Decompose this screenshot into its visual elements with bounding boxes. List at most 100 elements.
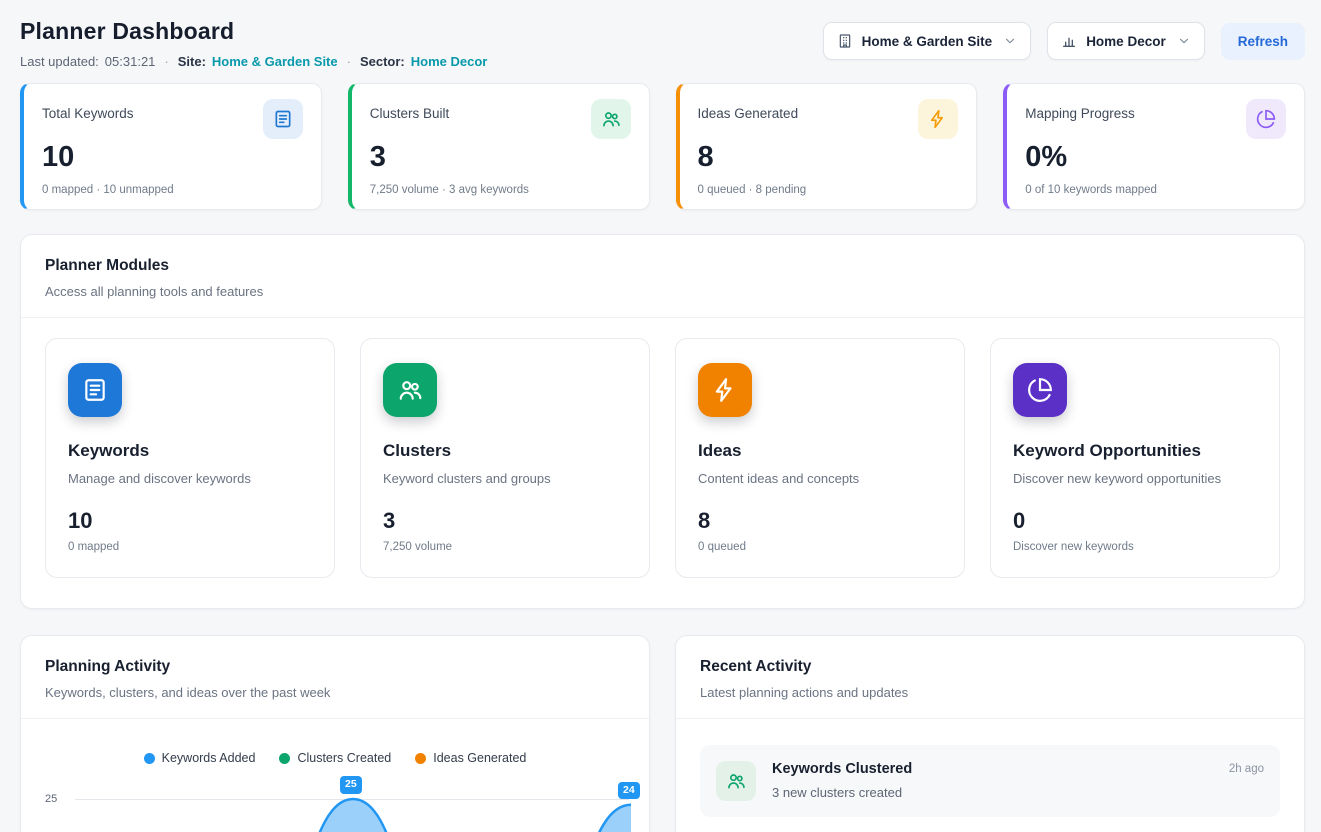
modules-title: Planner Modules xyxy=(45,257,1280,275)
pie-chart-icon xyxy=(1013,363,1067,417)
users-icon xyxy=(716,761,756,801)
activity-description: 3 new clusters created xyxy=(772,785,912,800)
stat-card-total-keywords: Total Keywords 10 0 mapped · 10 unmapped xyxy=(20,83,322,210)
activity-text: Keywords Clustered 3 new clusters create… xyxy=(772,761,912,800)
page-title: Planner Dashboard xyxy=(20,18,487,45)
planning-activity-panel: Planning Activity Keywords, clusters, an… xyxy=(20,635,650,832)
legend-dot-blue xyxy=(144,753,155,764)
stat-label: Total Keywords xyxy=(42,106,134,121)
chart-plot: 25 25 24 xyxy=(41,783,629,832)
stat-value: 8 xyxy=(698,141,959,174)
document-icon xyxy=(263,99,303,139)
module-description: Manage and discover keywords xyxy=(68,471,312,486)
planning-activity-title: Planning Activity xyxy=(45,658,625,676)
planning-activity-subtitle: Keywords, clusters, and ideas over the p… xyxy=(45,685,625,700)
sector-label: Sector: xyxy=(360,54,405,69)
module-description: Content ideas and concepts xyxy=(698,471,942,486)
module-caption: Discover new keywords xyxy=(1013,541,1257,553)
stat-value: 3 xyxy=(370,141,631,174)
point-label-badge: 25 xyxy=(340,776,362,794)
planning-activity-chart: Keywords Added Clusters Created Ideas Ge… xyxy=(21,718,649,832)
stat-caption: 0 of 10 keywords mapped xyxy=(1025,184,1286,196)
pie-chart-icon xyxy=(1246,99,1286,139)
legend-item-keywords-added: Keywords Added xyxy=(144,751,256,765)
sector-link[interactable]: Home Decor xyxy=(411,54,488,69)
module-card-keyword-opportunities[interactable]: Keyword Opportunities Discover new keywo… xyxy=(990,338,1280,578)
header-left: Planner Dashboard Last updated: 05:31:21… xyxy=(20,18,487,69)
module-caption: 7,250 volume xyxy=(383,541,627,553)
stat-value: 0% xyxy=(1025,141,1286,174)
module-title: Keywords xyxy=(68,441,312,461)
legend-label: Ideas Generated xyxy=(433,751,526,765)
modules-subtitle: Access all planning tools and features xyxy=(45,284,1280,299)
activity-item-keywords-clustered: Keywords Clustered 3 new clusters create… xyxy=(700,745,1280,817)
meta-row: Last updated: 05:31:21 · Site: Home & Ga… xyxy=(20,54,487,69)
refresh-button[interactable]: Refresh xyxy=(1221,23,1305,60)
site-link[interactable]: Home & Garden Site xyxy=(212,54,338,69)
point-label-badge: 24 xyxy=(618,782,640,800)
activity-title: Keywords Clustered xyxy=(772,761,912,777)
legend-label: Clusters Created xyxy=(297,751,391,765)
last-updated-value: 05:31:21 xyxy=(105,54,156,69)
header-controls: Home & Garden Site Home Decor Refresh xyxy=(823,22,1305,60)
legend-dot-orange xyxy=(415,753,426,764)
module-title: Keyword Opportunities xyxy=(1013,441,1257,461)
recent-activity-title: Recent Activity xyxy=(700,658,1280,676)
stat-caption: 7,250 volume · 3 avg keywords xyxy=(370,184,631,196)
document-icon xyxy=(68,363,122,417)
module-caption: 0 mapped xyxy=(68,541,312,553)
planner-dashboard: Planner Dashboard Last updated: 05:31:21… xyxy=(0,0,1321,832)
site-selector-dropdown[interactable]: Home & Garden Site xyxy=(823,22,1032,60)
chart-legend: Keywords Added Clusters Created Ideas Ge… xyxy=(41,751,629,765)
module-card-clusters[interactable]: Clusters Keyword clusters and groups 3 7… xyxy=(360,338,650,578)
chevron-down-icon xyxy=(1177,34,1191,48)
activity-list: Keywords Clustered 3 new clusters create… xyxy=(676,718,1304,832)
separator-dot: · xyxy=(347,54,351,69)
legend-dot-green xyxy=(279,753,290,764)
legend-item-clusters-created: Clusters Created xyxy=(279,751,391,765)
planner-modules-panel: Planner Modules Access all planning tool… xyxy=(20,234,1305,609)
module-description: Keyword clusters and groups xyxy=(383,471,627,486)
users-icon xyxy=(591,99,631,139)
last-updated-label: Last updated: xyxy=(20,54,99,69)
stat-caption: 0 mapped · 10 unmapped xyxy=(42,184,303,196)
stat-card-mapping-progress: Mapping Progress 0% 0 of 10 keywords map… xyxy=(1003,83,1305,210)
stat-card-clusters-built: Clusters Built 3 7,250 volume · 3 avg ke… xyxy=(348,83,650,210)
stat-label: Clusters Built xyxy=(370,106,450,121)
lightning-icon xyxy=(698,363,752,417)
site-selector-value: Home & Garden Site xyxy=(862,34,993,49)
lightning-icon xyxy=(918,99,958,139)
y-axis-tick: 25 xyxy=(45,793,57,805)
module-description: Discover new keyword opportunities xyxy=(1013,471,1257,486)
recent-activity-panel: Recent Activity Latest planning actions … xyxy=(675,635,1305,832)
module-value: 8 xyxy=(698,508,942,534)
module-title: Clusters xyxy=(383,441,627,461)
module-title: Ideas xyxy=(698,441,942,461)
header: Planner Dashboard Last updated: 05:31:21… xyxy=(20,18,1305,69)
separator-dot: · xyxy=(164,54,168,69)
stat-label: Mapping Progress xyxy=(1025,106,1135,121)
site-label: Site: xyxy=(178,54,206,69)
bar-chart-icon xyxy=(1061,33,1077,49)
module-value: 10 xyxy=(68,508,312,534)
stat-value: 10 xyxy=(42,141,303,174)
module-card-ideas[interactable]: Ideas Content ideas and concepts 8 0 que… xyxy=(675,338,965,578)
module-card-keywords[interactable]: Keywords Manage and discover keywords 10… xyxy=(45,338,335,578)
users-icon xyxy=(383,363,437,417)
module-value: 3 xyxy=(383,508,627,534)
legend-item-ideas-generated: Ideas Generated xyxy=(415,751,526,765)
recent-activity-subtitle: Latest planning actions and updates xyxy=(700,685,1280,700)
module-value: 0 xyxy=(1013,508,1257,534)
sector-selector-dropdown[interactable]: Home Decor xyxy=(1047,22,1205,60)
legend-label: Keywords Added xyxy=(162,751,256,765)
activity-time: 2h ago xyxy=(1229,761,1264,775)
chevron-down-icon xyxy=(1003,34,1017,48)
modules-grid: Keywords Manage and discover keywords 10… xyxy=(21,317,1304,608)
sector-selector-value: Home Decor xyxy=(1086,34,1166,49)
building-icon xyxy=(837,33,853,49)
module-caption: 0 queued xyxy=(698,541,942,553)
stat-caption: 0 queued · 8 pending xyxy=(698,184,959,196)
chart-plot-area: 25 24 xyxy=(75,783,629,832)
stat-card-ideas-generated: Ideas Generated 8 0 queued · 8 pending xyxy=(676,83,978,210)
stats-row: Total Keywords 10 0 mapped · 10 unmapped… xyxy=(20,83,1305,210)
